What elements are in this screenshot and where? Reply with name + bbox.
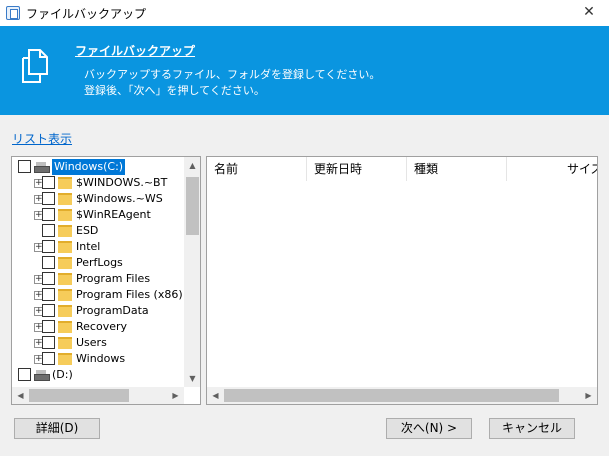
tree-item[interactable]: + $WINDOWS.~BT bbox=[12, 175, 184, 191]
folder-icon bbox=[58, 321, 72, 333]
folder-icon bbox=[58, 209, 72, 221]
banner-title: ファイルバックアップ bbox=[75, 44, 196, 58]
column-header-size[interactable]: サイズ bbox=[507, 157, 597, 181]
scroll-left-arrow[interactable]: ◀ bbox=[207, 387, 224, 404]
tree-item-checkbox[interactable] bbox=[18, 160, 31, 173]
cancel-button[interactable]: キャンセル bbox=[489, 418, 575, 439]
tree-item-checkbox[interactable] bbox=[42, 192, 55, 205]
copy-document-icon bbox=[22, 49, 48, 83]
tree-item[interactable]: Windows(C:) bbox=[12, 159, 184, 175]
tree-item-label: Windows bbox=[76, 352, 126, 365]
scroll-down-arrow[interactable]: ▼ bbox=[184, 370, 200, 387]
tree-item-label: ProgramData bbox=[76, 304, 149, 317]
details-button[interactable]: 詳細(D) bbox=[14, 418, 100, 439]
app-icon bbox=[6, 6, 20, 20]
tree-item-checkbox[interactable] bbox=[42, 288, 55, 301]
tree-item-label: Recovery bbox=[76, 320, 128, 333]
tree-item-checkbox[interactable] bbox=[42, 208, 55, 221]
drive-icon bbox=[34, 162, 50, 173]
folder-icon bbox=[58, 337, 72, 349]
folder-icon bbox=[58, 353, 72, 365]
tree-item-label: Program Files bbox=[76, 272, 151, 285]
folder-tree[interactable]: Windows(C:) + $WINDOWS.~BT + $Windows.~WS + $W… bbox=[11, 156, 201, 405]
banner-instruction-1: バックアップするファイル、フォルダを登録してください。 bbox=[84, 68, 381, 81]
tree-item-label: Intel bbox=[76, 240, 101, 253]
list-horizontal-scrollbar[interactable]: ◀ ▶ bbox=[207, 387, 597, 404]
column-header-modified[interactable]: 更新日時 bbox=[307, 157, 407, 181]
tree-horizontal-thumb[interactable] bbox=[29, 389, 129, 402]
scroll-left-arrow[interactable]: ◀ bbox=[12, 387, 29, 404]
tree-item-checkbox[interactable] bbox=[42, 176, 55, 189]
column-header-name[interactable]: 名前 bbox=[207, 157, 307, 181]
drive-icon bbox=[34, 370, 50, 381]
tree-item[interactable]: + Users bbox=[12, 335, 184, 351]
window-title: ファイルバックアップ bbox=[26, 7, 147, 21]
tree-horizontal-scrollbar[interactable]: ◀ ▶ bbox=[12, 387, 184, 404]
scroll-right-arrow[interactable]: ▶ bbox=[167, 387, 184, 404]
folder-icon bbox=[58, 241, 72, 253]
folder-icon bbox=[58, 273, 72, 285]
tree-item-label: PerfLogs bbox=[76, 256, 123, 269]
tree-vertical-scrollbar[interactable]: ▲ ▼ bbox=[184, 157, 200, 387]
list-view-link[interactable]: リスト表示 bbox=[12, 130, 72, 147]
column-header-type[interactable]: 種類 bbox=[407, 157, 507, 181]
tree-item-label: $Windows.~WS bbox=[76, 192, 163, 205]
tree-item[interactable]: PerfLogs bbox=[12, 255, 184, 271]
tree-item[interactable]: + Program Files (x86) bbox=[12, 287, 184, 303]
header-banner: ファイルバックアップ バックアップするファイル、フォルダを登録してください。 登… bbox=[0, 26, 609, 115]
tree-item[interactable]: + Windows bbox=[12, 351, 184, 367]
tree-item-checkbox[interactable] bbox=[42, 304, 55, 317]
folder-icon bbox=[58, 257, 72, 269]
tree-item[interactable]: (D:) bbox=[12, 367, 184, 383]
tree-item-checkbox[interactable] bbox=[42, 336, 55, 349]
tree-item[interactable]: + ProgramData bbox=[12, 303, 184, 319]
tree-item-checkbox[interactable] bbox=[18, 368, 31, 381]
scroll-up-arrow[interactable]: ▲ bbox=[184, 157, 200, 174]
tree-item[interactable]: + Recovery bbox=[12, 319, 184, 335]
tree-item[interactable]: + $Windows.~WS bbox=[12, 191, 184, 207]
next-button[interactable]: 次へ(N) > bbox=[386, 418, 472, 439]
tree-item[interactable]: + Intel bbox=[12, 239, 184, 255]
folder-icon bbox=[58, 177, 72, 189]
tree-item-checkbox[interactable] bbox=[42, 256, 55, 269]
folder-icon bbox=[58, 289, 72, 301]
tree-item-checkbox[interactable] bbox=[42, 224, 55, 237]
file-list[interactable]: 名前 更新日時 種類 サイズ ◀ ▶ bbox=[206, 156, 598, 405]
list-horizontal-thumb[interactable] bbox=[224, 389, 559, 402]
tree-item[interactable]: + Program Files bbox=[12, 271, 184, 287]
folder-icon bbox=[58, 225, 72, 237]
tree-item[interactable]: + $WinREAgent bbox=[12, 207, 184, 223]
scroll-right-arrow[interactable]: ▶ bbox=[580, 387, 597, 404]
title-bar: ファイルバックアップ ✕ bbox=[0, 0, 609, 26]
tree-item-checkbox[interactable] bbox=[42, 240, 55, 253]
folder-icon bbox=[58, 305, 72, 317]
folder-icon bbox=[58, 193, 72, 205]
tree-item-label: ESD bbox=[76, 224, 99, 237]
tree-item-checkbox[interactable] bbox=[42, 272, 55, 285]
close-button[interactable]: ✕ bbox=[569, 0, 609, 26]
tree-item-checkbox[interactable] bbox=[42, 352, 55, 365]
tree-item-label: (D:) bbox=[52, 368, 73, 381]
tree-item-label: Users bbox=[76, 336, 107, 349]
tree-item-label: Program Files (x86) bbox=[76, 288, 183, 301]
tree-vertical-thumb[interactable] bbox=[186, 177, 199, 235]
tree-item[interactable]: ESD bbox=[12, 223, 184, 239]
tree-item-label: $WINDOWS.~BT bbox=[76, 176, 168, 189]
tree-item-label: $WinREAgent bbox=[76, 208, 151, 221]
banner-instruction-2: 登録後、「次へ」を押してください。 bbox=[84, 84, 265, 97]
tree-item-label: Windows(C:) bbox=[52, 159, 126, 175]
tree-item-checkbox[interactable] bbox=[42, 320, 55, 333]
